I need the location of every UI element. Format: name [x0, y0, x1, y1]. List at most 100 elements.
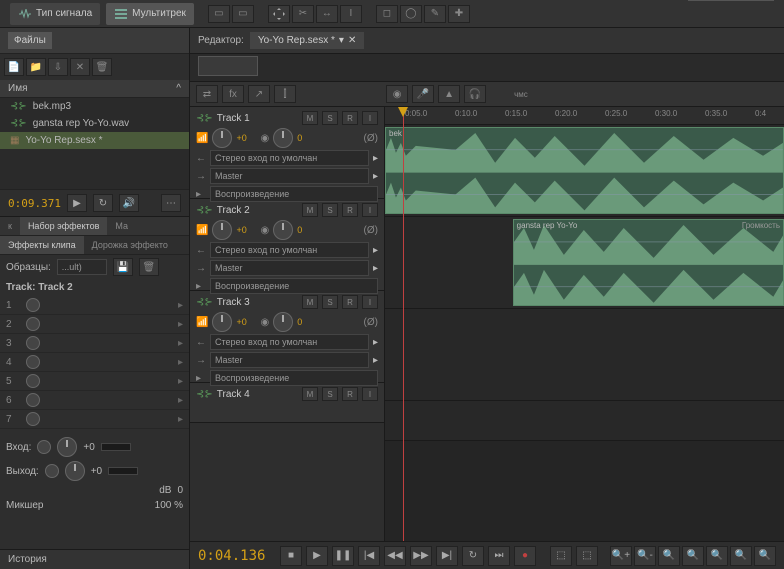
effect-slot[interactable]: 6▸: [0, 391, 189, 410]
overview-viewport[interactable]: [198, 56, 258, 76]
volume-knob[interactable]: [212, 312, 232, 332]
effect-slot[interactable]: 2▸: [0, 315, 189, 334]
rewind-button[interactable]: ◀◀: [384, 546, 406, 566]
track-lane[interactable]: [385, 309, 784, 401]
zoom-sel-icon[interactable]: 🔍: [682, 546, 704, 566]
phase-icon[interactable]: (Ø): [364, 317, 378, 328]
audio-clip[interactable]: gansta rep Yo-Yo Громкость: [513, 219, 784, 306]
clip-effects-tab[interactable]: Эффекты клипа: [0, 236, 84, 254]
playhead[interactable]: [403, 107, 404, 541]
files-column-header[interactable]: Имя ^: [0, 80, 189, 98]
output-dropdown[interactable]: Master: [210, 168, 369, 184]
playback-dropdown[interactable]: Воспроизведение: [210, 186, 378, 202]
power-icon[interactable]: [26, 336, 40, 350]
solo-button[interactable]: S: [322, 387, 338, 401]
close-tab-icon[interactable]: ✕: [348, 35, 356, 46]
multitrack-tab[interactable]: Мультитрек: [106, 3, 194, 25]
effect-slot[interactable]: 7▸: [0, 410, 189, 429]
zoom-fit-icon[interactable]: 🔍: [658, 546, 680, 566]
effect-slot[interactable]: 5▸: [0, 372, 189, 391]
close-file-icon[interactable]: ✕: [70, 58, 90, 76]
stop-button[interactable]: ■: [280, 546, 302, 566]
tool-rect2-icon[interactable]: ▭: [232, 5, 254, 23]
input-dropdown[interactable]: Стерео вход по умолчан: [210, 150, 369, 166]
mute-button[interactable]: M: [302, 111, 318, 125]
track-name[interactable]: Track 3: [217, 297, 298, 308]
power-icon[interactable]: [45, 464, 59, 478]
shuffle-icon[interactable]: ⇄: [196, 85, 218, 103]
zoom-out-icon[interactable]: 🔍-: [634, 546, 656, 566]
pause-button[interactable]: ❚❚: [332, 546, 354, 566]
power-icon[interactable]: [26, 412, 40, 426]
effect-slot[interactable]: 3▸: [0, 334, 189, 353]
phase-icon[interactable]: (Ø): [364, 133, 378, 144]
timeline[interactable]: 0:05.0 0:10.0 0:15.0 0:20.0 0:25.0 0:30.…: [385, 107, 784, 541]
record-button[interactable]: R: [342, 387, 358, 401]
stereo-icon[interactable]: ◉: [386, 85, 408, 103]
volume-icon[interactable]: 🔊: [119, 194, 139, 212]
heal-tool-icon[interactable]: ✚: [448, 5, 470, 23]
new-file-icon[interactable]: 📄: [4, 58, 24, 76]
track-name[interactable]: Track 2: [217, 205, 298, 216]
pan-knob[interactable]: [273, 312, 293, 332]
power-icon[interactable]: [26, 317, 40, 331]
files-tab[interactable]: Файлы: [8, 32, 52, 49]
loop-button[interactable]: ↻: [462, 546, 484, 566]
phase-icon[interactable]: (Ø): [364, 225, 378, 236]
mute-button[interactable]: M: [302, 387, 318, 401]
playback-dropdown[interactable]: Воспроизведение: [210, 278, 378, 294]
import-icon[interactable]: ⇩: [48, 58, 68, 76]
trash-icon[interactable]: 🗑: [92, 58, 112, 76]
monitor-button[interactable]: I: [362, 295, 378, 309]
volume-value[interactable]: +0: [236, 133, 256, 143]
volume-knob[interactable]: [212, 128, 232, 148]
send-icon[interactable]: ↗: [248, 85, 270, 103]
zoom-v-out-icon[interactable]: 🔍: [730, 546, 752, 566]
volume-value[interactable]: +0: [236, 317, 256, 327]
zoom-v-in-icon[interactable]: 🔍: [706, 546, 728, 566]
track-name[interactable]: Track 1: [217, 113, 298, 124]
clip-volume-label[interactable]: Громкость: [742, 221, 780, 230]
pan-value[interactable]: 0: [297, 133, 317, 143]
punch-out-icon[interactable]: ⬚: [576, 546, 598, 566]
delete-preset-icon[interactable]: 🗑: [139, 258, 159, 276]
save-preset-icon[interactable]: 💾: [113, 258, 133, 276]
options-icon[interactable]: ⋯: [161, 194, 181, 212]
goto-start-button[interactable]: |◀: [358, 546, 380, 566]
file-item[interactable]: ⊰⊱ gansta rep Yo-Yo.wav: [0, 115, 189, 132]
volume-value[interactable]: +0: [236, 225, 256, 235]
signal-type-tab[interactable]: Тип сигнала: [10, 3, 100, 25]
play-button[interactable]: ▶: [67, 194, 87, 212]
effects-rack-tab[interactable]: Набор эффектов: [20, 217, 107, 235]
open-file-icon[interactable]: 📁: [26, 58, 46, 76]
eq-icon[interactable]: ⫿: [274, 85, 296, 103]
chevron-right-icon[interactable]: ▸: [373, 245, 378, 256]
overview-strip[interactable]: [190, 54, 784, 82]
effect-slot[interactable]: 4▸: [0, 353, 189, 372]
record-button[interactable]: R: [342, 203, 358, 217]
track-lane[interactable]: gansta rep Yo-Yo Громкость: [385, 217, 784, 309]
effects-tab-k[interactable]: к: [0, 217, 20, 235]
tool-rect-icon[interactable]: ▭: [208, 5, 230, 23]
track-effects-tab[interactable]: Дорожка эффекто: [84, 236, 176, 254]
power-icon[interactable]: [26, 298, 40, 312]
mute-button[interactable]: M: [302, 203, 318, 217]
monitor-button[interactable]: I: [362, 387, 378, 401]
power-icon[interactable]: [26, 374, 40, 388]
mono-icon[interactable]: 🎤: [412, 85, 434, 103]
input-knob[interactable]: [57, 437, 77, 457]
history-panel-header[interactable]: История: [0, 549, 189, 569]
loop-button[interactable]: ↻: [93, 194, 113, 212]
record-button[interactable]: ●: [514, 546, 536, 566]
volume-knob[interactable]: [212, 220, 232, 240]
skip-button[interactable]: ⏭: [488, 546, 510, 566]
mute-button[interactable]: M: [302, 295, 318, 309]
power-icon[interactable]: [26, 393, 40, 407]
input-dropdown[interactable]: Стерео вход по умолчан: [210, 334, 369, 350]
pan-knob[interactable]: [273, 220, 293, 240]
solo-button[interactable]: S: [322, 111, 338, 125]
time-ruler[interactable]: 0:05.0 0:10.0 0:15.0 0:20.0 0:25.0 0:30.…: [385, 107, 784, 125]
solo-button[interactable]: S: [322, 203, 338, 217]
matching-dropdown[interactable]: Согласование ▾: [688, 0, 774, 1]
chevron-right-icon[interactable]: ▸: [373, 355, 378, 366]
